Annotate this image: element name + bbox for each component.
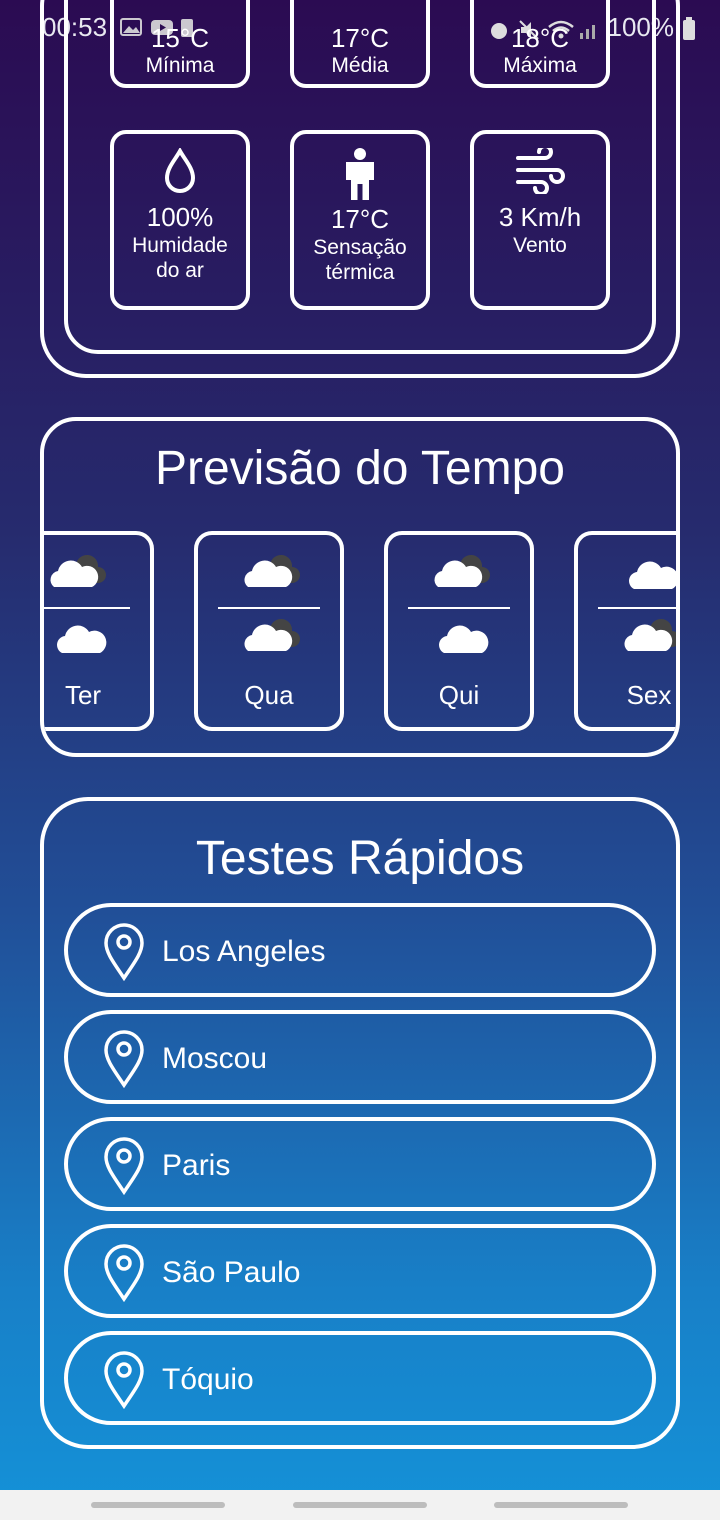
forecast-day-name: Sex: [626, 680, 672, 710]
person-icon: [294, 148, 426, 202]
forecast-day-list[interactable]: Ter Qua Qui Sex: [44, 531, 676, 737]
avg-temp-tile: 17°C Média: [290, 0, 430, 88]
wind-value: 3 Km/h: [498, 202, 582, 232]
forecast-separator: [218, 607, 320, 609]
feels-like-label-line1: Sensação: [313, 236, 407, 259]
forecast-title: Previsão do Tempo: [154, 442, 565, 495]
city-button-paris[interactable]: Paris: [64, 1117, 656, 1211]
humidity-label-line2: do ar: [156, 259, 204, 282]
city-name: São Paulo: [162, 1256, 301, 1289]
location-pin-icon: [102, 1351, 146, 1414]
city-name: Paris: [162, 1149, 231, 1182]
cloudy-icon: [240, 615, 300, 662]
nav-back-button[interactable]: [494, 1502, 628, 1508]
feels-like-tile: 17°C Sensação térmica: [290, 130, 430, 310]
forecast-day-qui[interactable]: Qui: [384, 531, 534, 731]
cloudy-icon: [620, 615, 676, 662]
nav-recents-button[interactable]: [91, 1502, 225, 1508]
avg-temp-value: 17°C: [330, 23, 390, 53]
avg-temp-label: Média: [331, 54, 389, 77]
city-name: Moscou: [162, 1042, 268, 1075]
wind-label: Vento: [513, 234, 567, 257]
feels-like-label-line2: térmica: [325, 261, 395, 284]
cloud-icon: [54, 621, 108, 662]
battery-icon: [682, 16, 704, 40]
forecast-separator: [598, 607, 676, 609]
min-temp-value: 15°C: [150, 23, 210, 53]
cloudy-icon: [240, 551, 300, 598]
city-name: Tóquio: [162, 1363, 254, 1396]
forecast-day-name: Qua: [244, 680, 294, 710]
city-button-sao-paulo[interactable]: São Paulo: [64, 1224, 656, 1318]
min-temp-tile: 15°C Mínima: [110, 0, 250, 88]
city-name: Los Angeles: [162, 935, 326, 968]
forecast-day-name: Ter: [64, 680, 102, 710]
city-button-toquio[interactable]: Tóquio: [64, 1331, 656, 1425]
humidity-tile: 100% Humidade do ar: [110, 130, 250, 310]
nav-home-button[interactable]: [293, 1502, 427, 1508]
max-temp-tile: 18°C Máxima: [470, 0, 610, 88]
max-temp-label: Máxima: [503, 54, 577, 77]
city-button-los-angeles[interactable]: Los Angeles: [64, 903, 656, 997]
location-pin-icon: [102, 1137, 146, 1200]
max-temp-value: 18°C: [510, 23, 570, 53]
cloudy-icon: [430, 551, 490, 598]
cloud-icon: [626, 557, 676, 598]
system-navigation-bar: [0, 1490, 720, 1520]
forecast-separator: [44, 607, 130, 609]
location-pin-icon: [102, 923, 146, 986]
humidity-value: 100%: [146, 202, 214, 232]
city-button-moscou[interactable]: Moscou: [64, 1010, 656, 1104]
location-pin-icon: [102, 1244, 146, 1307]
quick-tests-title: Testes Rápidos: [195, 832, 525, 885]
humidity-label-line1: Humidade: [132, 234, 228, 257]
forecast-separator: [408, 607, 510, 609]
forecast-day-ter[interactable]: Ter: [44, 531, 154, 731]
forecast-panel: Previsão do Tempo Ter Qua Qui Sex: [40, 417, 680, 757]
cloud-icon: [436, 621, 490, 662]
wind-icon: [474, 148, 606, 194]
water-drop-icon: [114, 148, 246, 194]
min-temp-label: Mínima: [145, 54, 215, 77]
forecast-day-sex[interactable]: Sex: [574, 531, 676, 731]
cloudy-icon: [46, 551, 106, 598]
wind-tile: 3 Km/h Vento: [470, 130, 610, 310]
forecast-day-qua[interactable]: Qua: [194, 531, 344, 731]
feels-like-value: 17°C: [330, 204, 390, 234]
forecast-day-name: Qui: [438, 680, 480, 710]
location-pin-icon: [102, 1030, 146, 1093]
